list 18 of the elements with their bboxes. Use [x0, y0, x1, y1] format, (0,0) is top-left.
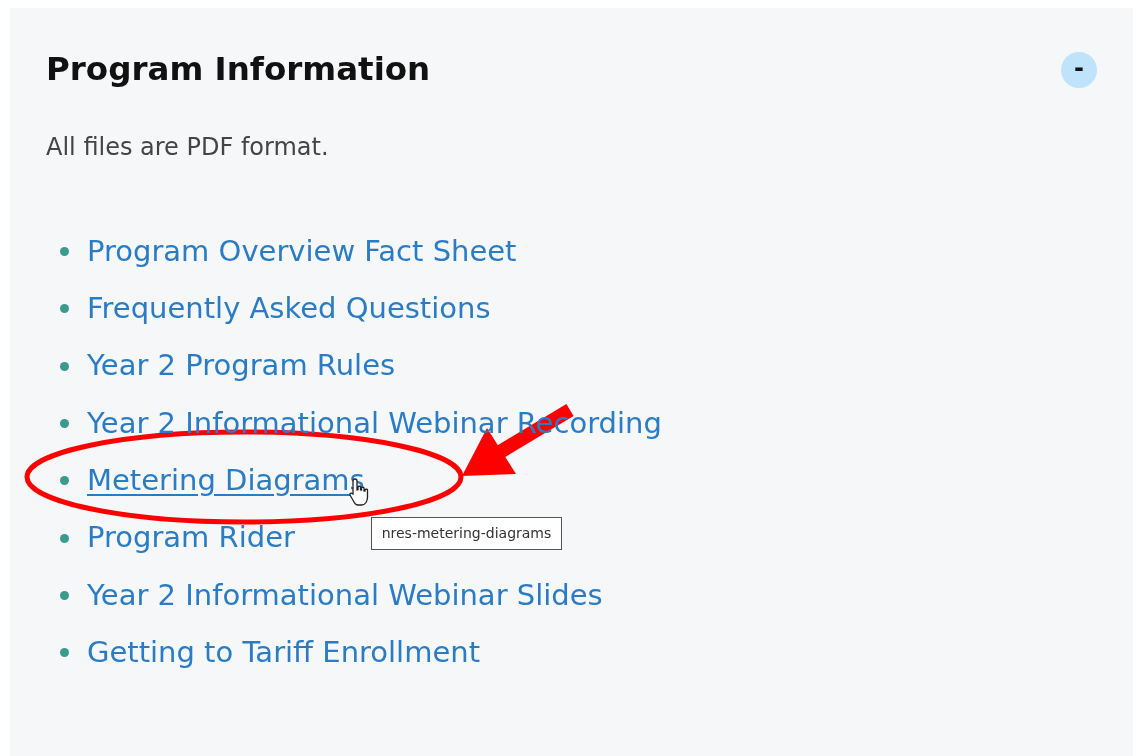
- document-link[interactable]: Program Overview Fact Sheet: [87, 229, 517, 274]
- document-link[interactable]: Year 2 Informational Webinar Slides: [87, 573, 603, 618]
- document-link[interactable]: Program Rider: [87, 516, 295, 560]
- bullet-icon: [60, 648, 69, 658]
- collapse-button[interactable]: -: [1061, 51, 1097, 88]
- document-link[interactable]: Year 2 Program Rules: [87, 344, 396, 388]
- panel-title: Program Information: [46, 50, 431, 89]
- document-link[interactable]: Frequently Asked Questions: [87, 287, 491, 331]
- bullet-icon: [60, 247, 69, 257]
- bullet-icon: [60, 419, 69, 429]
- bullet-icon: [60, 590, 69, 600]
- bullet-icon: [60, 533, 69, 543]
- bullet-icon: [60, 476, 69, 486]
- tooltip: nres-metering-diagrams: [370, 516, 563, 550]
- document-link[interactable]: Getting to Tariff Enrollment: [87, 630, 480, 675]
- note-text: All files are PDF format.: [46, 132, 330, 163]
- bullet-icon: [60, 304, 69, 314]
- bullet-icon: [60, 361, 69, 371]
